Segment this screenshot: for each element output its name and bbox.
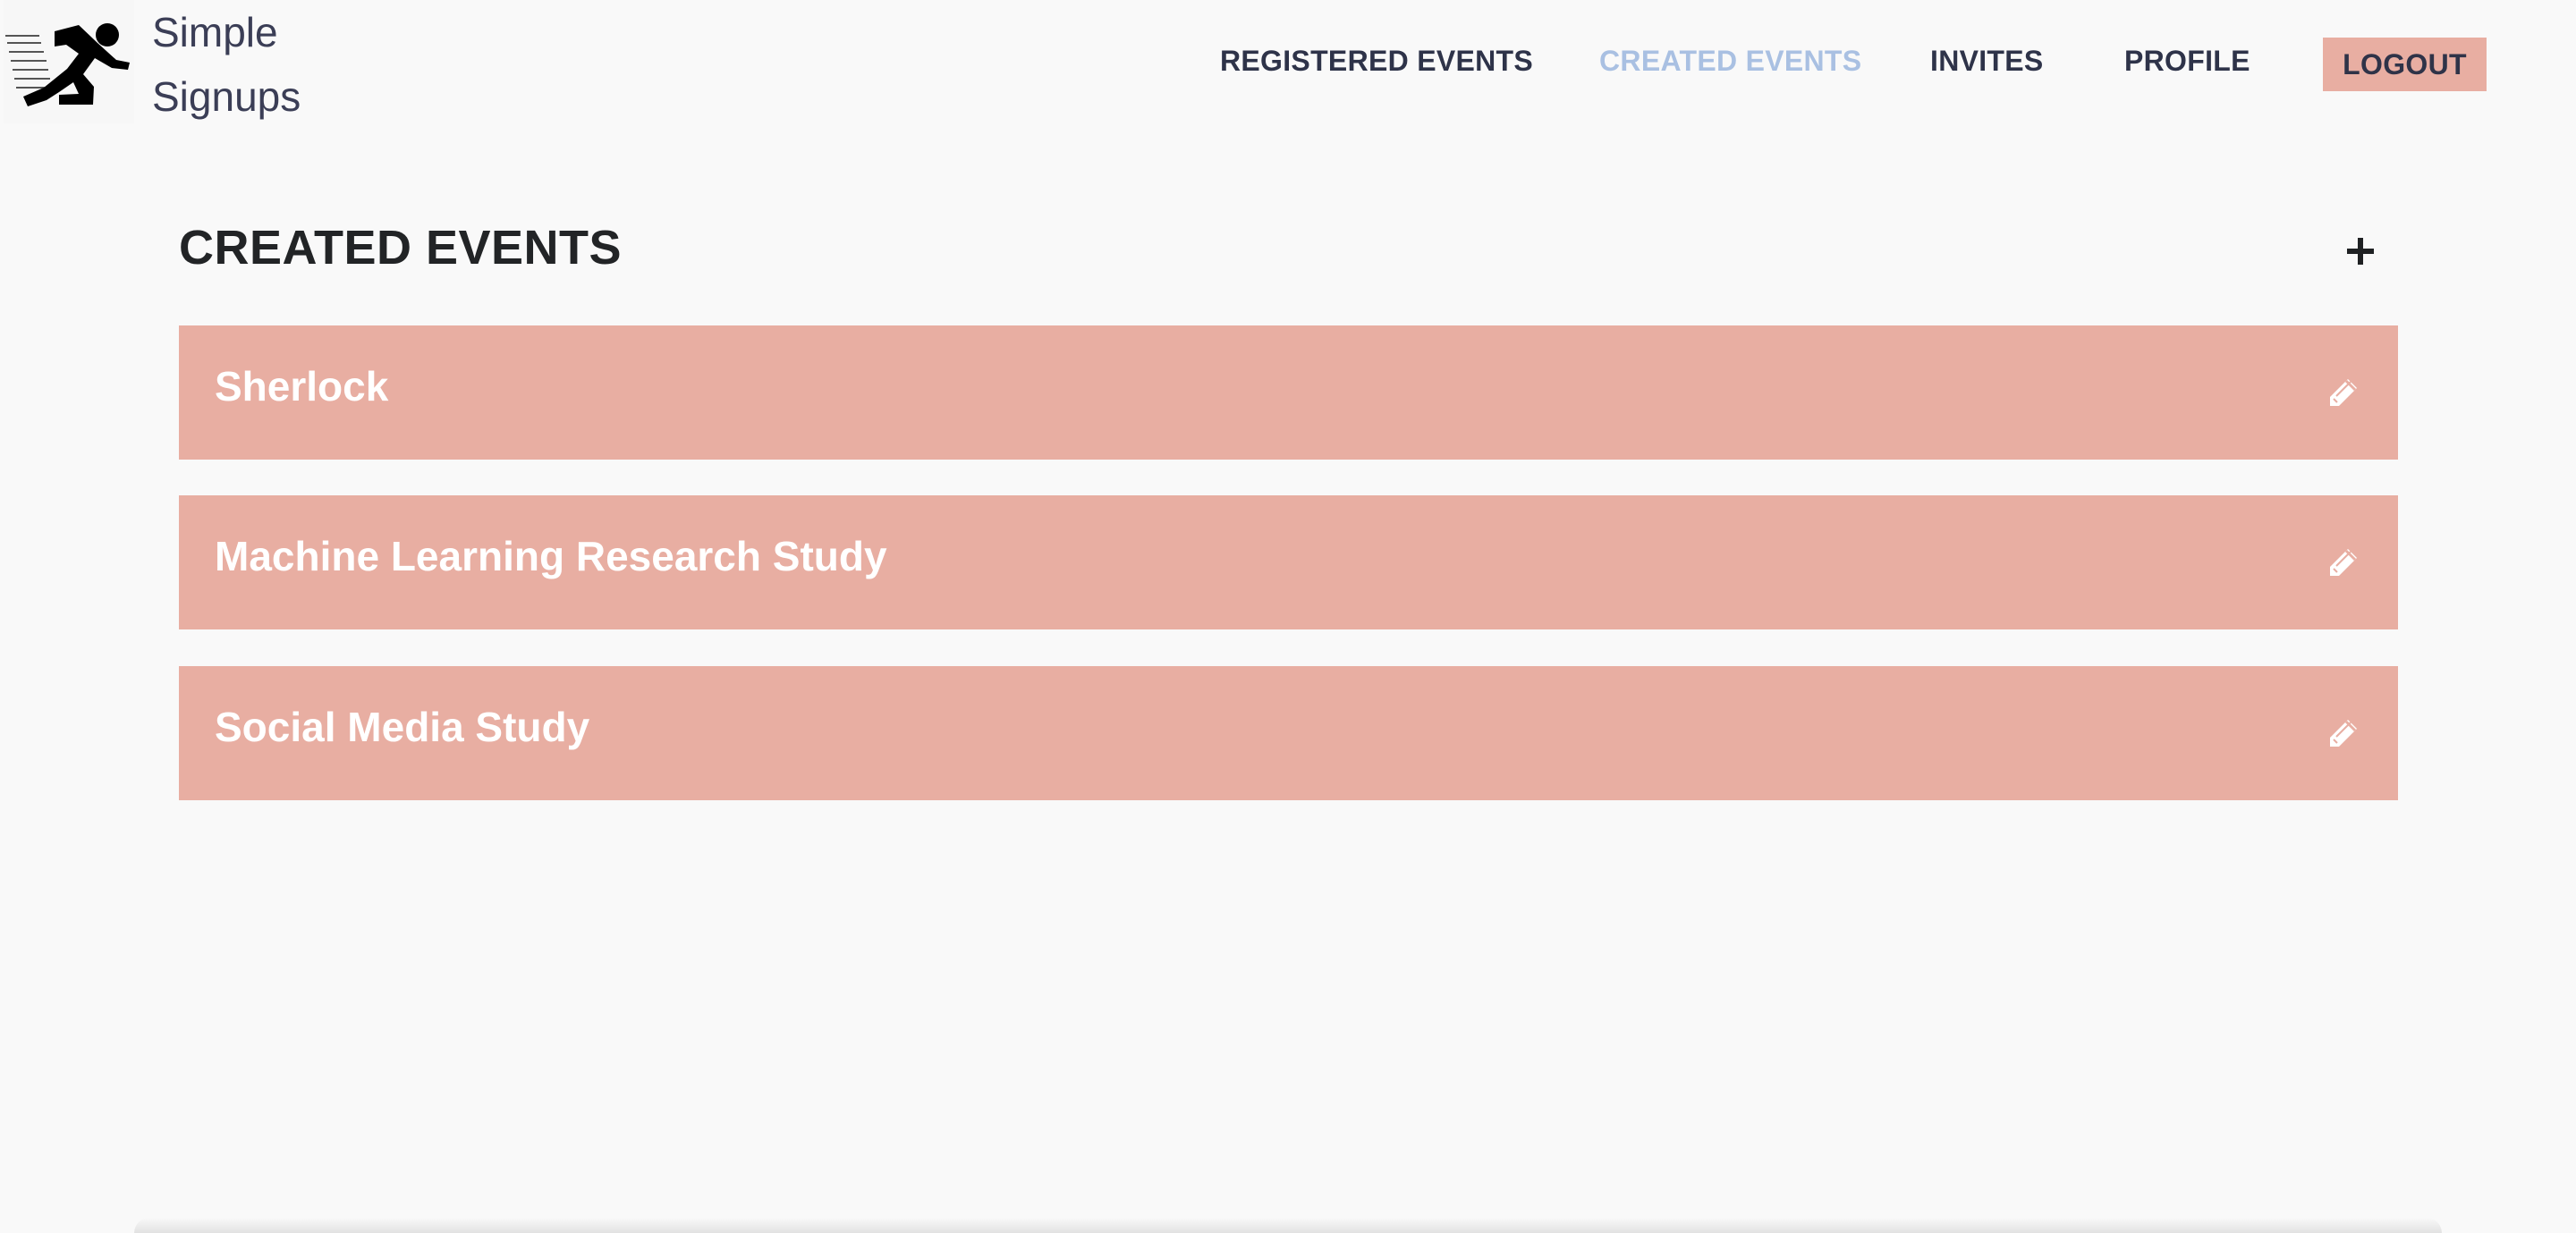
logout-button[interactable]: LOGOUT <box>2323 38 2487 91</box>
event-title: Sherlock <box>215 363 389 410</box>
pencil-icon[interactable] <box>2326 376 2360 410</box>
brand-line-signups: Signups <box>152 73 301 120</box>
pencil-icon[interactable] <box>2326 716 2360 750</box>
nav-profile[interactable]: PROFILE <box>2124 39 2250 82</box>
event-card-sherlock[interactable]: Sherlock <box>179 325 2398 460</box>
event-title: Social Media Study <box>215 704 590 750</box>
running-person-icon[interactable] <box>4 0 134 123</box>
nav-created-events-active[interactable]: CREATED EVENTS <box>1599 39 1861 82</box>
event-title: Machine Learning Research Study <box>215 533 887 579</box>
pencil-icon[interactable] <box>2326 545 2360 579</box>
nav-invites[interactable]: INVITES <box>1930 39 2044 82</box>
event-card-machine-learning-research-study[interactable]: Machine Learning Research Study <box>179 495 2398 629</box>
bottom-shadow <box>134 1218 2442 1233</box>
nav-registered-events[interactable]: REGISTERED EVENTS <box>1220 39 1533 82</box>
brand-line-simple: Simple <box>152 9 278 55</box>
plus-icon <box>2347 238 2374 265</box>
add-event-button[interactable] <box>2338 229 2383 274</box>
page: Simple Signups REGISTERED EVENTS CREATED… <box>0 0 2576 1233</box>
app-title: Simple Signups <box>152 0 301 129</box>
created-events-list: Sherlock Machine Learning Research Study… <box>179 325 2398 801</box>
event-card-social-media-study[interactable]: Social Media Study <box>179 666 2398 800</box>
page-title: CREATED EVENTS <box>179 221 623 274</box>
